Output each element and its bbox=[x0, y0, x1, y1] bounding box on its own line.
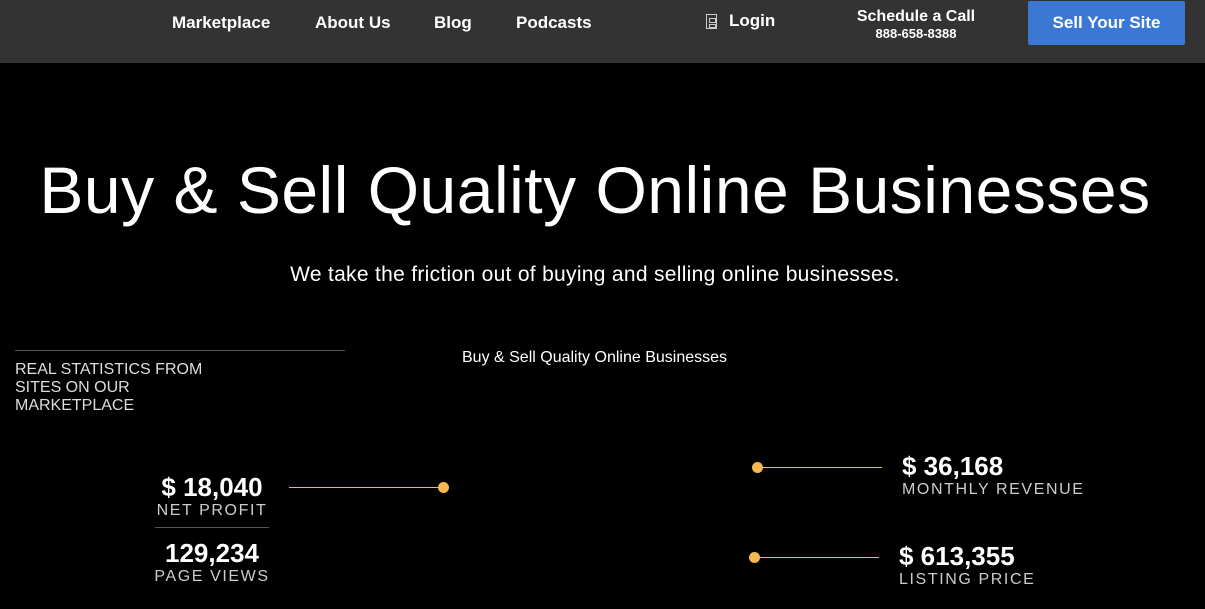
stat-label: NET PROFIT bbox=[156, 502, 268, 519]
connector-line bbox=[757, 557, 879, 558]
schedule-call-link[interactable]: Schedule a Call 888-658-8388 bbox=[838, 8, 994, 42]
schedule-call-title: Schedule a Call bbox=[856, 8, 976, 25]
stat-label: PAGE VIEWS bbox=[154, 568, 270, 585]
stat-net-profit: $ 18,040 NET PROFIT bbox=[150, 472, 274, 520]
stat-label: LISTING PRICE bbox=[899, 571, 1036, 588]
nav-link-about-us[interactable]: About Us bbox=[315, 13, 391, 33]
media-caption: Buy & Sell Quality Online Businesses bbox=[462, 349, 728, 366]
connector-line bbox=[760, 467, 882, 468]
schedule-call-phone: 888-658-8388 bbox=[875, 26, 957, 41]
stat-monthly-revenue: $ 36,168 MONTHLY REVENUE bbox=[902, 451, 1085, 499]
stats-divider bbox=[15, 350, 345, 351]
stat-value: $ 18,040 bbox=[161, 472, 263, 502]
stat-page-views: 129,234 PAGE VIEWS bbox=[150, 538, 274, 586]
nav-link-marketplace[interactable]: Marketplace bbox=[172, 13, 270, 33]
nav-link-blog[interactable]: Blog bbox=[434, 13, 472, 33]
stat-value: $ 36,168 bbox=[902, 451, 1004, 481]
stats-caption: REAL STATISTICS FROM SITES ON OUR MARKET… bbox=[15, 361, 203, 414]
user-card-icon bbox=[706, 13, 717, 29]
connector-line bbox=[289, 487, 439, 488]
login-label: Login bbox=[729, 11, 776, 30]
top-navbar: Marketplace About Us Blog Podcasts Login… bbox=[0, 0, 1205, 63]
sell-your-site-button[interactable]: Sell Your Site bbox=[1028, 1, 1185, 45]
stat-separator bbox=[155, 527, 269, 528]
stat-value: $ 613,355 bbox=[899, 541, 1015, 571]
nav-link-podcasts[interactable]: Podcasts bbox=[516, 13, 592, 33]
hero-title: Buy & Sell Quality Online Businesses bbox=[39, 153, 1151, 227]
stat-value: 129,234 bbox=[165, 538, 259, 568]
login-link[interactable]: Login bbox=[706, 11, 775, 31]
stat-listing-price: $ 613,355 LISTING PRICE bbox=[899, 541, 1035, 589]
connector-dot bbox=[438, 482, 449, 493]
stat-label: MONTHLY REVENUE bbox=[902, 481, 1085, 498]
hero-subtitle: We take the friction out of buying and s… bbox=[290, 263, 900, 286]
